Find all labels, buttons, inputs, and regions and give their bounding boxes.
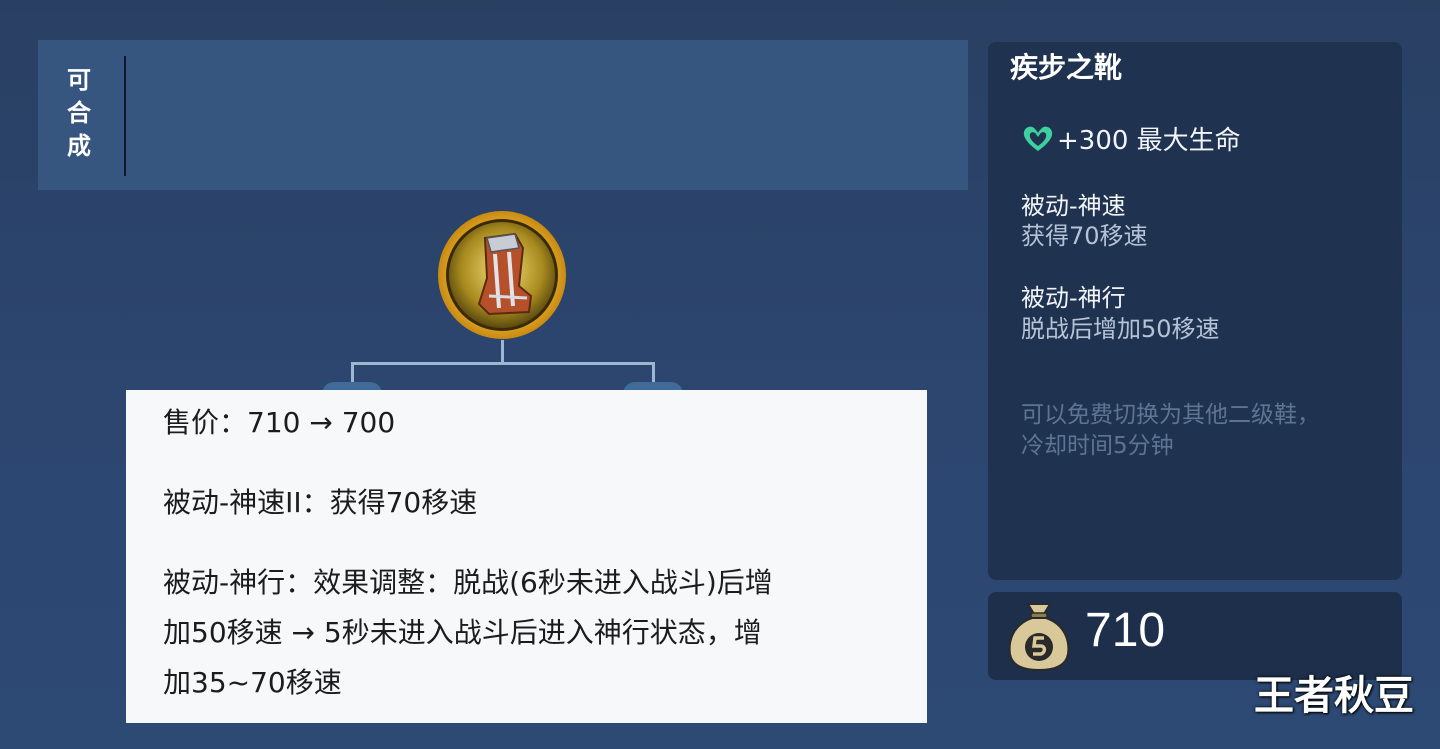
- switch-hint-line: 冷却时间5分钟: [1021, 433, 1174, 459]
- price-change-line: 售价：710 → 700: [163, 406, 396, 439]
- passive1-change-line: 被动-神速II：获得70移速: [163, 486, 478, 519]
- boots-icon[interactable]: [435, 208, 569, 342]
- label-char: 合: [67, 99, 91, 127]
- switch-hint-line: 可以免费切换为其他二级鞋，: [1021, 402, 1320, 428]
- label-char: 成: [67, 132, 91, 160]
- watermark: 王者秋豆: [1254, 673, 1414, 719]
- heart-icon: [1023, 126, 1053, 151]
- combinable-panel: [38, 40, 968, 190]
- passive1-desc: 获得70移速: [1021, 222, 1148, 250]
- passive2-title: 被动-神行: [1021, 284, 1126, 312]
- tree-stem: [501, 340, 504, 364]
- passive2-change-line: 加35~70移速: [163, 666, 342, 699]
- tree-branch: [351, 362, 655, 365]
- panel-divider: [124, 56, 126, 176]
- passive2-change-line: 加50移速 → 5秒未进入战斗后进入神行状态，增: [163, 616, 762, 649]
- coin-bag-icon: [1004, 600, 1074, 672]
- passive2-desc: 脱战后增加50移速: [1021, 315, 1220, 343]
- label-char: 可: [67, 66, 91, 94]
- patch-note-box: 售价：710 → 700 被动-神速II：获得70移速 被动-神行：效果调整：脱…: [126, 390, 927, 723]
- stat-text: +300 最大生命: [1057, 126, 1241, 156]
- price-value: 710: [1085, 604, 1166, 657]
- passive2-change-line: 被动-神行：效果调整：脱战(6秒未进入战斗)后增: [163, 566, 773, 599]
- combinable-label: 可 合 成: [62, 64, 96, 163]
- switch-hint: 可以免费切换为其他二级鞋， 冷却时间5分钟: [1021, 400, 1391, 462]
- stat-row: +300 最大生命: [1021, 120, 1241, 157]
- item-name: 疾步之靴: [1010, 51, 1123, 84]
